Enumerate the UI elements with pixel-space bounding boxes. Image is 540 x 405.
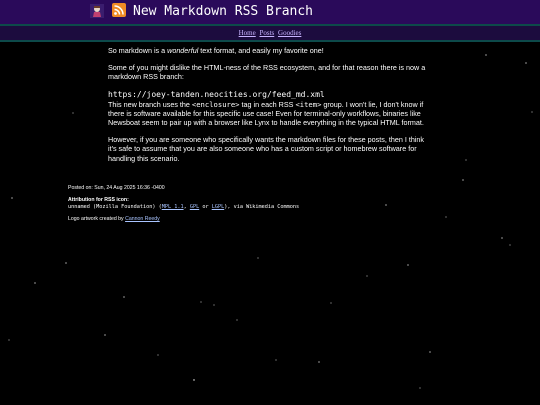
logo-credit: Logo artwork created by Cannon Reedy — [68, 216, 488, 222]
article-paragraph-3: This new branch uses the <enclosure> tag… — [108, 100, 433, 128]
site-logo-icon[interactable] — [90, 4, 104, 18]
license-link-mpl[interactable]: MPL 1.1 — [162, 204, 184, 210]
inline-code: <item> — [295, 99, 322, 109]
article-paragraph-1: So markdown is a wonderful text format, … — [108, 46, 433, 55]
page-title: New Markdown RSS Branch — [133, 4, 314, 19]
text-run: ), via Wikimedia Commons — [224, 203, 300, 210]
text-run: Logo artwork created by — [68, 215, 126, 222]
article-paragraph-2: Some of you might dislike the HTML-ness … — [108, 63, 426, 82]
site-header: New Markdown RSS Branch — [0, 0, 540, 24]
posted-date: Posted on: Sun, 24 Aug 2025 16:36 -0400 — [68, 185, 165, 191]
logo-author-link[interactable]: Cannon Reedy — [125, 216, 160, 222]
nav-link-goodies[interactable]: Goodies — [278, 29, 301, 37]
nav-link-home[interactable]: Home — [239, 29, 256, 37]
text-run: or — [199, 203, 212, 210]
nav-link-posts[interactable]: Posts — [259, 29, 274, 37]
text-run: unnamed (Mozilla Foundation) ( — [68, 203, 162, 210]
article-body: So markdown is a wonderful text format, … — [108, 46, 433, 171]
rss-icon[interactable] — [112, 3, 126, 17]
feed-url: https://joey-tanden.neocities.org/feed_m… — [108, 89, 325, 99]
article-paragraph-4: However, if you are someone who specific… — [108, 135, 425, 163]
text-run: tag in each RSS — [239, 99, 296, 109]
nav-divider — [0, 40, 540, 42]
license-link-lgpl[interactable]: LGPL — [212, 204, 225, 210]
license-link-gpl[interactable]: GPL — [190, 204, 199, 210]
attribution-line: unnamed (Mozilla Foundation) (MPL 1.1, G… — [68, 204, 488, 210]
main-nav: Home Posts Goodies — [0, 26, 540, 40]
inline-code: <enclosure> — [191, 99, 240, 109]
emphasis-text: wonderful — [167, 46, 199, 55]
post-meta: Posted on: Sun, 24 Aug 2025 16:36 -0400 … — [68, 185, 488, 222]
text-run: text format, and easily my favorite one! — [198, 46, 324, 55]
text-run: This new branch uses the — [108, 99, 192, 109]
text-run: So markdown is a — [108, 46, 168, 55]
